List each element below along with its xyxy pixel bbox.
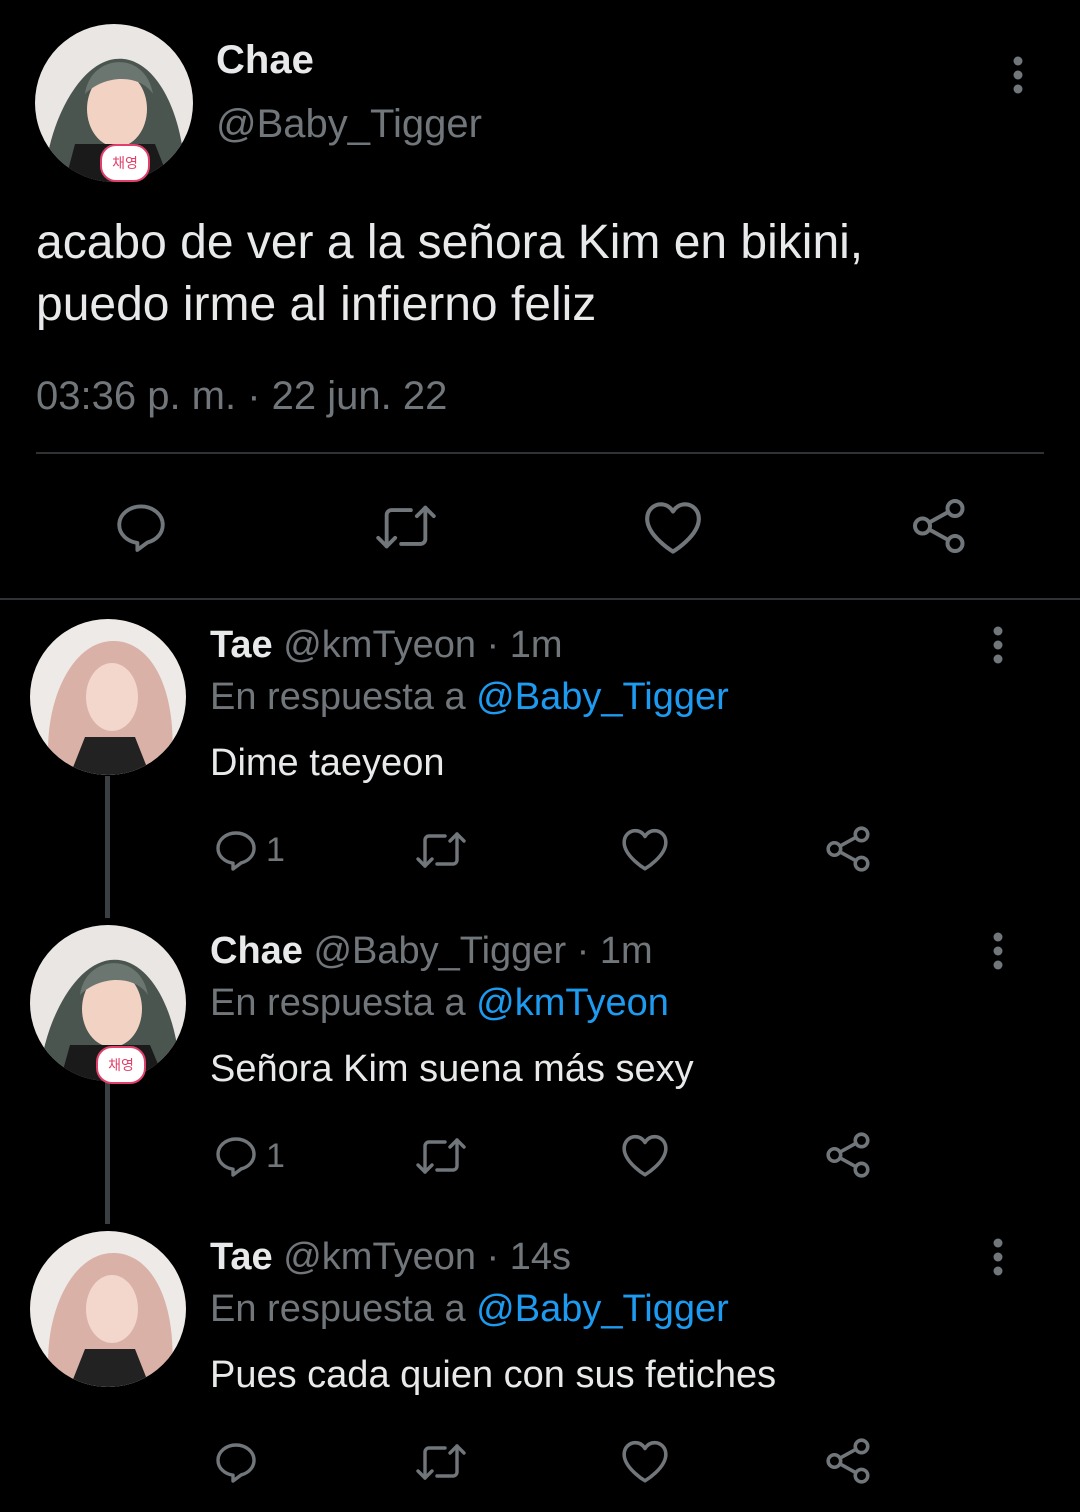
reply-time[interactable]: · 14s (487, 1236, 571, 1278)
reply-button[interactable]: 1 (212, 826, 285, 874)
retweet-icon (416, 1138, 466, 1174)
reply-author-name[interactable]: Chae (210, 930, 303, 972)
reply-button[interactable] (112, 498, 170, 556)
reply-time[interactable]: · 1m (487, 624, 563, 666)
reply-header: Tae @kmTyeon · 14s (210, 1236, 571, 1279)
reply-context-prefix: En respuesta a (210, 982, 466, 1024)
like-button[interactable] (620, 826, 670, 872)
reply-header: Chae @Baby_Tigger · 1m (210, 930, 653, 973)
like-icon (622, 828, 668, 871)
share-button[interactable] (824, 1436, 874, 1486)
reply-context: En respuesta a @Baby_Tigger (210, 1288, 729, 1331)
thread-line (105, 1082, 110, 1224)
retweet-icon (376, 505, 436, 549)
more-vertical-icon (993, 932, 1003, 970)
reply-context-mention[interactable]: @Baby_Tigger (476, 1288, 729, 1330)
reply-text: Pues cada quien con sus fetiches (210, 1354, 777, 1396)
reply-text: Señora Kim suena más sexy (210, 1048, 694, 1090)
like-icon (622, 1134, 668, 1177)
reply-icon (216, 1443, 256, 1483)
reply-context: En respuesta a @Baby_Tigger (210, 676, 729, 719)
retweet-icon (416, 1444, 466, 1480)
reply-count: 1 (266, 830, 285, 869)
reply-context-prefix: En respuesta a (210, 676, 466, 718)
reply-icon (117, 504, 165, 552)
like-button[interactable] (620, 1132, 670, 1178)
tweet-text-line: puedo irme al infierno feliz (36, 278, 597, 331)
tweet-text-line: acabo de ver a la señora Kim en bikini, (36, 216, 864, 269)
share-button[interactable] (824, 824, 874, 874)
reply-text: Dime taeyeon (210, 742, 445, 784)
avatar[interactable] (30, 1231, 186, 1387)
more-vertical-icon (993, 1238, 1003, 1276)
like-icon (645, 502, 701, 554)
reply-author-name[interactable]: Tae (210, 624, 273, 666)
more-options-button[interactable] (998, 45, 1038, 105)
share-icon (826, 826, 870, 872)
retweet-button[interactable] (414, 826, 468, 874)
reply-header: Tae @kmTyeon · 1m (210, 624, 563, 667)
tweet-timestamp[interactable]: 03:36 p. m. · 22 jun. 22 (36, 374, 447, 419)
reply-button[interactable] (212, 1438, 266, 1486)
retweet-icon (416, 832, 466, 868)
share-icon (826, 1438, 870, 1484)
like-button[interactable] (620, 1438, 670, 1484)
reply-context: En respuesta a @kmTyeon (210, 982, 669, 1025)
reply-author-name[interactable]: Tae (210, 1236, 273, 1278)
thread-line (105, 776, 110, 918)
avatar-badge-text: 채영 (112, 155, 138, 171)
more-options-button[interactable] (978, 615, 1018, 675)
more-vertical-icon (1013, 56, 1023, 94)
reply-author-handle[interactable]: @kmTyeon (283, 624, 476, 666)
like-button[interactable] (642, 498, 704, 556)
like-icon (622, 1440, 668, 1483)
retweet-button[interactable] (374, 498, 438, 556)
reply-author-handle[interactable]: @Baby_Tigger (313, 930, 566, 972)
reply-time[interactable]: · 1m (577, 930, 653, 972)
retweet-button[interactable] (414, 1438, 468, 1486)
reply-context-mention[interactable]: @kmTyeon (476, 982, 669, 1024)
avatar-badge-text: 채영 (108, 1057, 134, 1073)
avatar-badge: 채영 (96, 1046, 146, 1084)
reply-button[interactable]: 1 (212, 1132, 285, 1180)
divider (36, 452, 1044, 454)
reply-icon (216, 1137, 256, 1177)
reply-context-mention[interactable]: @Baby_Tigger (476, 676, 729, 718)
more-options-button[interactable] (978, 921, 1018, 981)
reply-count: 1 (266, 1136, 285, 1175)
more-vertical-icon (993, 626, 1003, 664)
share-icon (826, 1132, 870, 1178)
reply-context-prefix: En respuesta a (210, 1288, 466, 1330)
more-options-button[interactable] (978, 1227, 1018, 1287)
author-handle[interactable]: @Baby_Tigger (216, 102, 482, 147)
share-button[interactable] (824, 1130, 874, 1180)
share-icon (913, 499, 965, 553)
share-button[interactable] (910, 496, 970, 556)
reply-author-handle[interactable]: @kmTyeon (283, 1236, 476, 1278)
reply-icon (216, 831, 256, 871)
avatar-badge: 채영 (100, 144, 150, 182)
retweet-button[interactable] (414, 1132, 468, 1180)
author-name[interactable]: Chae (216, 38, 314, 83)
avatar[interactable] (30, 619, 186, 775)
tweet-text: acabo de ver a la señora Kim en bikini, … (36, 212, 863, 336)
section-divider (0, 598, 1080, 600)
